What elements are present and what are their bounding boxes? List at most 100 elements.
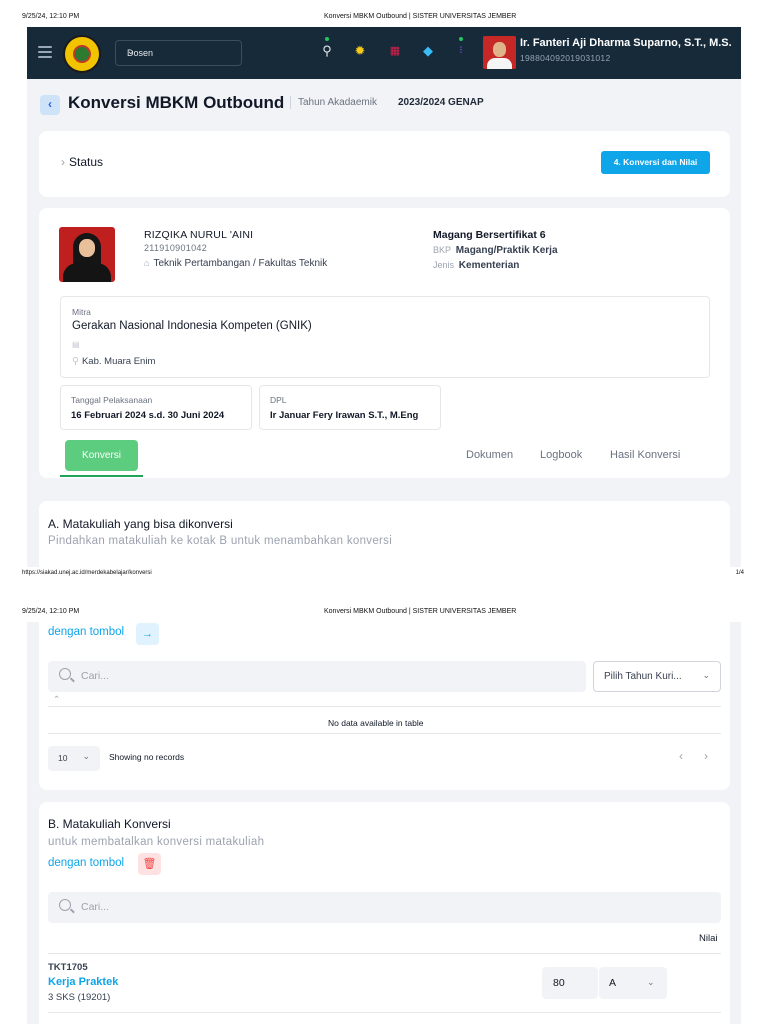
print-header: 9/25/24, 12:10 PM Konversi MBKM Outbound…	[0, 9, 768, 23]
mitra-location-text: Kab. Muara Enim	[81, 356, 156, 367]
prev-page-icon[interactable]: ‹	[679, 749, 683, 763]
page-title: Konversi MBKM Outbound	[68, 93, 285, 112]
map-pin-icon: ⚲	[72, 356, 79, 367]
section-a-link: dengan tombol	[48, 626, 125, 638]
section-a-card: A. Matakuliah yang bisa dikonversi Pinda…	[39, 501, 730, 567]
status-card: › Status 4. Konversi dan Nilai	[39, 131, 730, 197]
print-datetime: 9/25/24, 12:10 PM	[22, 13, 80, 20]
student-name: RIZQIKA NURUL 'AINI	[144, 229, 254, 241]
document-icon[interactable]: ▤	[72, 340, 80, 349]
course-sks: 3 SKS (19201)	[48, 992, 111, 1003]
university-logo	[63, 35, 101, 73]
search-icon	[59, 668, 71, 680]
search-icon[interactable]: ⚲	[319, 43, 335, 59]
sort-icon[interactable]: ⌃	[53, 694, 60, 705]
sun-icon[interactable]: ✹	[352, 43, 368, 59]
tab-hasil-konversi[interactable]: Hasil Konversi	[610, 449, 680, 461]
chevron-down-icon: ⌄	[702, 670, 710, 680]
student-card: RIZQIKA NURUL 'AINI 211910901042 ⌂ Teknik…	[39, 208, 730, 478]
dots-vertical-icon[interactable]: ⁝	[453, 43, 469, 59]
student-photo	[59, 227, 115, 282]
dpl-label: DPL	[270, 395, 287, 405]
print-page: 1/4	[735, 570, 744, 576]
tab-dokumen[interactable]: Dokumen	[466, 449, 513, 461]
back-button[interactable]: ‹	[40, 95, 60, 115]
dpl-value: Ir Januar Fery Irawan S.T., M.Eng	[270, 410, 419, 421]
status-step-button[interactable]: 4. Konversi dan Nilai	[601, 151, 710, 174]
user-avatar[interactable]	[483, 36, 516, 69]
table-divider	[48, 1012, 721, 1013]
status-label: Status	[69, 155, 104, 169]
mitra-label: Mitra	[72, 307, 91, 317]
section-b-search-placeholder: Cari...	[81, 901, 110, 913]
page-size-select[interactable]: 10 ⌄	[48, 746, 100, 771]
course-code: TKT1705	[48, 962, 88, 973]
academic-year-value: 2023/2024 GENAP	[398, 97, 484, 108]
trash-icon[interactable]: 🗑	[138, 853, 161, 875]
bkp-value: Magang/Praktik Kerja	[455, 245, 558, 256]
section-a-title: A. Matakuliah yang bisa dikonversi	[48, 517, 233, 531]
chevron-down-icon: ⌄	[82, 751, 90, 761]
pelaksanaan-label: Tanggal Pelaksanaan	[71, 395, 153, 405]
section-a-card-cont: dengan tombol → Cari... Pilih Tahun Kuri…	[39, 622, 730, 790]
tab-active-indicator	[60, 475, 143, 477]
student-nim: 211910901042	[144, 243, 207, 253]
table-divider	[48, 733, 721, 734]
status-dot	[459, 37, 463, 41]
print-doc-title: Konversi MBKM Outbound | SISTER UNIVERSI…	[324, 608, 517, 615]
table-divider	[48, 953, 721, 954]
section-a-subtitle: Pindahkan matakuliah ke kotak B untuk me…	[48, 535, 393, 547]
jenis-value: Kementerian	[458, 260, 520, 271]
top-navbar: Dosen ⌄ ⚲ ✹ ▦ ◆ ⁝ Ir. Fanteri Aji Dharma…	[27, 27, 741, 79]
graduation-cap-icon: ⌂	[144, 258, 150, 268]
diamond-icon[interactable]: ◆	[420, 43, 436, 59]
year-filter-value: Pilih Tahun Kuri...	[604, 671, 682, 682]
pelaksanaan-box: Tanggal Pelaksanaan 16 Februari 2024 s.d…	[60, 385, 252, 430]
student-prodi-text: Teknik Pertambangan / Fakultas Teknik	[153, 258, 328, 269]
print-datetime: 9/25/24, 12:10 PM	[22, 608, 80, 615]
score-value: 80	[553, 977, 565, 989]
apps-grid-icon[interactable]: ▦	[387, 43, 403, 59]
mitra-name: Gerakan Nasional Indonesia Kompeten (GNI…	[72, 320, 312, 332]
user-name[interactable]: Ir. Fanteri Aji Dharma Suparno, S.T., M.…	[520, 37, 732, 49]
status-dot	[325, 37, 329, 41]
course-name[interactable]: Kerja Praktek	[48, 976, 118, 988]
bkp-row: BKP Magang/Praktik Kerja	[433, 245, 558, 256]
pelaksanaan-value: 16 Februari 2024 s.d. 30 Juni 2024	[71, 410, 225, 421]
jenis-row: Jenis Kementerian	[433, 260, 519, 271]
page-content-2: dengan tombol → Cari... Pilih Tahun Kuri…	[27, 622, 741, 1024]
print-doc-title: Konversi MBKM Outbound | SISTER UNIVERSI…	[324, 13, 517, 20]
page-size-value: 10	[58, 753, 68, 763]
section-b-card: B. Matakuliah Konversi untuk membatalkan…	[39, 802, 730, 1024]
section-a-search-placeholder: Cari...	[81, 670, 110, 682]
chevron-down-icon: ⌄	[127, 46, 135, 56]
section-b-search[interactable]: Cari...	[48, 892, 721, 923]
section-b-link: dengan tombol	[48, 857, 125, 869]
search-icon	[59, 899, 71, 911]
page-content-1: Dosen ⌄ ⚲ ✹ ▦ ◆ ⁝ Ir. Fanteri Aji Dharma…	[27, 27, 741, 567]
score-input[interactable]: 80	[542, 967, 598, 999]
section-b-title: B. Matakuliah Konversi	[48, 817, 171, 831]
mitra-box: Mitra Gerakan Nasional Indonesia Kompete…	[60, 296, 710, 378]
arrow-right-icon[interactable]: →	[136, 623, 159, 645]
tab-konversi[interactable]: Konversi	[65, 440, 138, 471]
section-a-search[interactable]: Cari...	[48, 661, 586, 692]
year-filter-select[interactable]: Pilih Tahun Kuri... ⌄	[593, 661, 721, 692]
print-url: https://siakad.unej.ac.id/merdekabelajar…	[22, 570, 152, 576]
next-page-icon[interactable]: ›	[704, 749, 708, 763]
dpl-box: DPL Ir Januar Fery Irawan S.T., M.Eng	[259, 385, 441, 430]
jenis-label: Jenis	[433, 260, 455, 270]
status-toggle[interactable]: › Status	[61, 155, 103, 169]
chevron-down-icon: ⌄	[647, 977, 655, 987]
tab-logbook[interactable]: Logbook	[540, 449, 582, 461]
student-prodi: ⌂ Teknik Pertambangan / Fakultas Teknik	[144, 258, 327, 269]
table-divider	[48, 706, 721, 707]
empty-table-message: No data available in table	[328, 718, 424, 728]
print-header-2: 9/25/24, 12:10 PM Konversi MBKM Outbound…	[0, 604, 768, 618]
grade-select[interactable]: A ⌄	[599, 967, 667, 999]
role-select[interactable]: Dosen ⌄	[115, 40, 242, 66]
chevron-right-icon: ›	[61, 155, 65, 169]
menu-icon[interactable]	[38, 46, 52, 58]
grade-value: A	[609, 977, 617, 989]
records-info: Showing no records	[109, 752, 185, 762]
